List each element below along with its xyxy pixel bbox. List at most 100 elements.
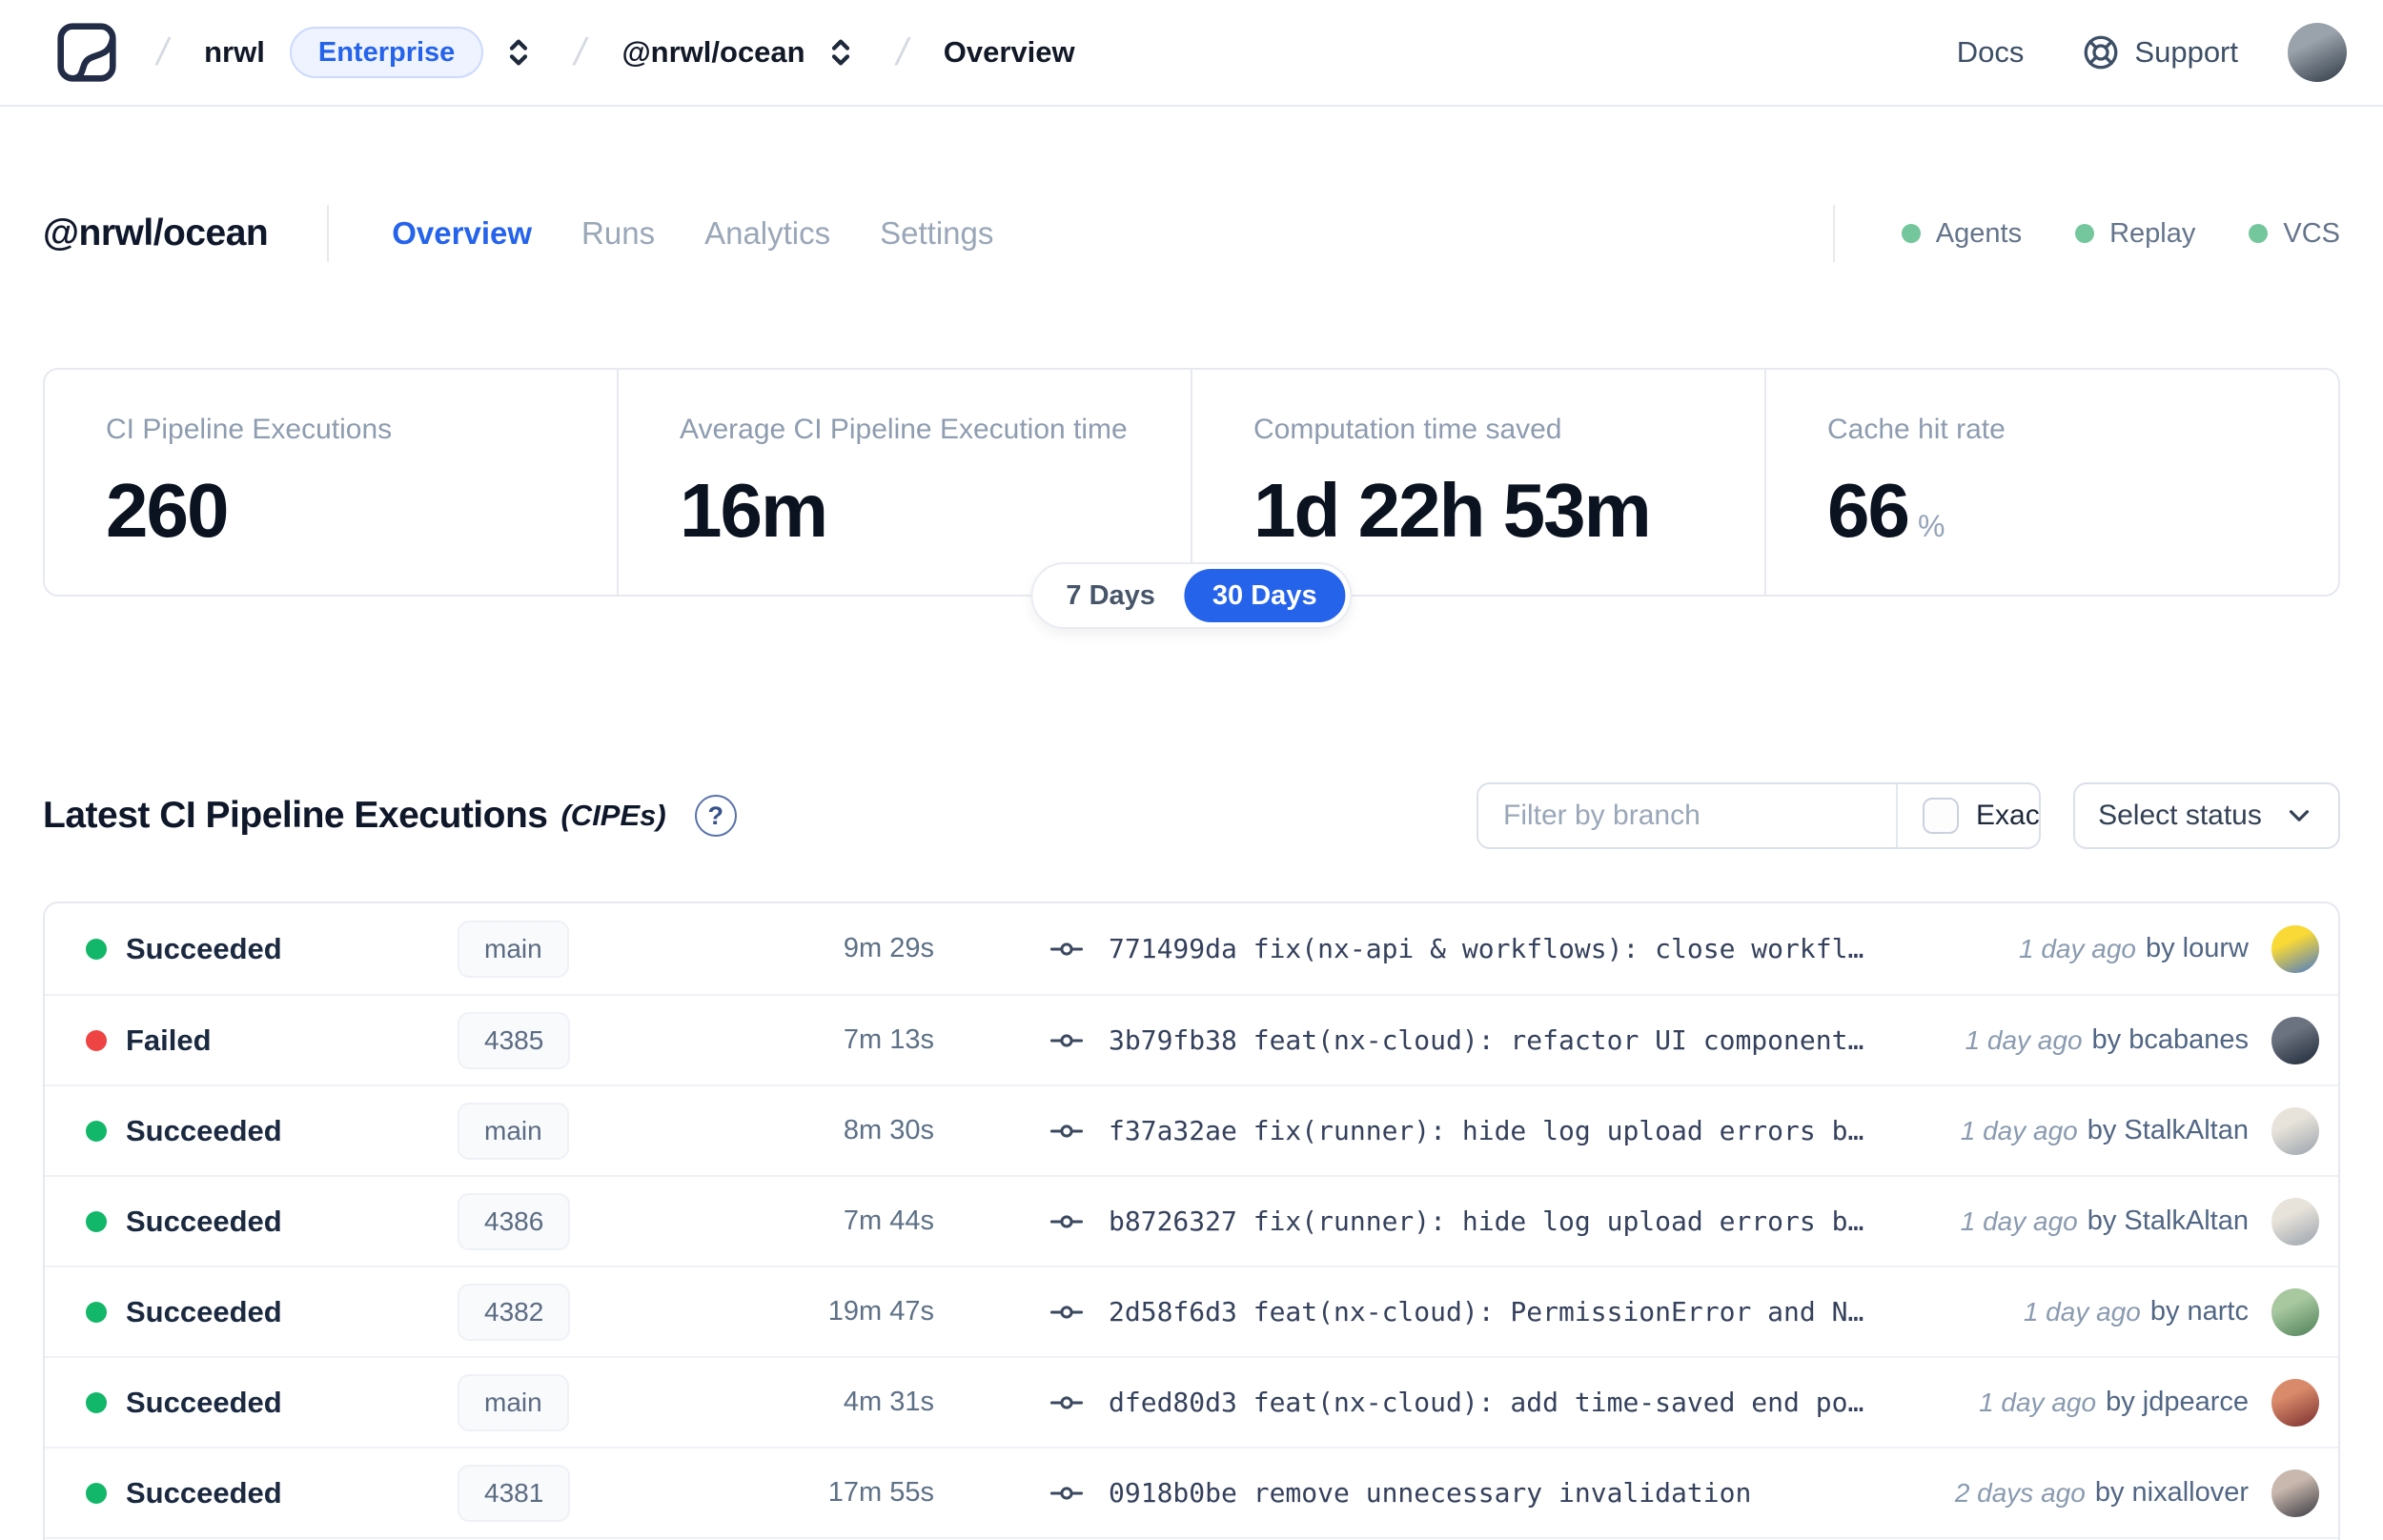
status-select[interactable]: Select status	[2073, 782, 2340, 849]
status-dot-icon	[86, 1120, 107, 1142]
cipe-status: Succeeded	[126, 1385, 282, 1419]
time-ago: 1 day ago	[1979, 1387, 2097, 1417]
branch-badge[interactable]: main	[458, 920, 569, 978]
branch-badge[interactable]: 4385	[458, 1011, 571, 1069]
cipe-status: Succeeded	[126, 1113, 282, 1147]
cipe-status: Failed	[126, 1023, 212, 1057]
time-ago: 1 day ago	[1965, 1024, 2083, 1055]
time-ago: 2 days ago	[1954, 1477, 2086, 1508]
table-row[interactable]: Succeeded 4382 19m 47s 2d58f6d3 feat(nx-…	[45, 1266, 2338, 1356]
time-ago: 1 day ago	[2019, 933, 2136, 963]
tab-settings[interactable]: Settings	[880, 215, 993, 252]
git-commit-icon	[1049, 1214, 1084, 1228]
author: by StalkAltan	[2087, 1206, 2249, 1236]
git-commit-icon	[1049, 1124, 1084, 1138]
commit-message[interactable]: dfed80d3 feat(nx-cloud): add time-saved …	[1109, 1387, 1864, 1418]
table-row[interactable]: Succeeded 4381 17m 55s 0918b0be remove u…	[45, 1447, 2338, 1537]
status-dot-icon	[86, 1029, 107, 1051]
cipe-duration: 7m 44s	[843, 1206, 934, 1236]
workspace-selector-chevron-icon[interactable]	[821, 32, 861, 72]
tab-analytics[interactable]: Analytics	[704, 215, 830, 252]
breadcrumb-separator: /	[570, 30, 591, 73]
branch-badge[interactable]: main	[458, 1373, 569, 1431]
table-row[interactable]: Succeeded main 4m 31s dfed80d3 feat(nx-c…	[45, 1356, 2338, 1447]
commit-message[interactable]: f37a32ae fix(runner): hide log upload er…	[1109, 1115, 1864, 1146]
support-link[interactable]: Support	[2081, 32, 2238, 72]
exact-filter: Exact	[1896, 784, 2039, 847]
table-row[interactable]: Failed 4385 7m 13s 3b79fb38 feat(nx-clou…	[45, 994, 2338, 1084]
user-avatar[interactable]	[2288, 23, 2347, 82]
git-commit-icon	[1049, 1486, 1084, 1500]
tab-overview[interactable]: Overview	[392, 215, 532, 252]
range-7-days[interactable]: 7 Days	[1037, 569, 1184, 622]
stat-value: 260	[106, 468, 229, 553]
status-dot-icon	[86, 1301, 107, 1323]
topnav-right: Docs Support	[1957, 23, 2347, 82]
commit-message[interactable]: 0918b0be remove unnecessary invalidation	[1109, 1477, 1751, 1509]
commit-message[interactable]: 771499da fix(nx-api & workflows): close …	[1109, 933, 1864, 964]
range-30-days[interactable]: 30 Days	[1183, 569, 1346, 622]
branch-filter-input[interactable]	[1478, 784, 1896, 847]
status-select-label: Select status	[2098, 800, 2262, 831]
org-selector-chevron-icon[interactable]	[499, 32, 539, 72]
breadcrumb-workspace[interactable]: @nrwl/ocean	[621, 35, 805, 70]
exact-checkbox[interactable]	[1923, 798, 1959, 834]
author: by jdpearce	[2106, 1387, 2249, 1417]
tab-runs[interactable]: Runs	[581, 215, 655, 252]
cipe-duration: 4m 31s	[843, 1387, 934, 1417]
branch-badge[interactable]: 4382	[458, 1283, 571, 1341]
docs-link[interactable]: Docs	[1957, 35, 2025, 70]
author-avatar	[2271, 1287, 2319, 1336]
percent-suffix: %	[1917, 509, 1945, 543]
breadcrumb-org[interactable]: nrwl	[204, 35, 265, 70]
status-dot-icon	[86, 1482, 107, 1504]
cipe-status: Succeeded	[126, 1294, 282, 1328]
integration-replay[interactable]: Replay	[2075, 218, 2195, 250]
help-icon[interactable]: ?	[694, 795, 737, 837]
git-commit-icon	[1049, 1305, 1084, 1319]
cipe-duration: 8m 30s	[843, 1115, 934, 1145]
author: by nixallover	[2094, 1477, 2249, 1508]
integration-statuses: Agents Replay VCS	[1832, 205, 2340, 262]
stat-value: 16m	[680, 468, 828, 553]
table-row[interactable]: Succeeded main 9m 29s 771499da fix(nx-ap…	[45, 903, 2338, 994]
cipes-filters: Exact Select status	[1477, 782, 2340, 849]
git-commit-icon	[1049, 1033, 1084, 1047]
author-avatar	[2271, 924, 2319, 973]
author-avatar	[2271, 1197, 2319, 1246]
time-ago: 1 day ago	[1960, 1115, 2078, 1145]
enterprise-badge[interactable]: Enterprise	[289, 27, 484, 78]
support-label: Support	[2134, 35, 2238, 69]
integration-vcs[interactable]: VCS	[2249, 218, 2340, 250]
cipe-status: Succeeded	[126, 1204, 282, 1238]
stat-card-ci-executions: CI Pipeline Executions 260	[45, 370, 617, 595]
time-ago: 1 day ago	[2023, 1296, 2141, 1327]
branch-badge[interactable]: 4386	[458, 1192, 571, 1250]
branch-badge[interactable]: main	[458, 1102, 569, 1160]
cipes-title: Latest CI Pipeline Executions	[43, 795, 548, 836]
chevron-down-icon	[2289, 810, 2309, 821]
stat-card-avg-execution-time: Average CI Pipeline Execution time 16m	[617, 370, 1191, 595]
cipe-status: Succeeded	[126, 931, 282, 965]
branch-badge[interactable]: 4381	[458, 1464, 571, 1522]
cipe-duration: 7m 13s	[843, 1024, 934, 1055]
breadcrumb-separator: /	[892, 30, 912, 73]
cipes-table: Succeeded main 9m 29s 771499da fix(nx-ap…	[43, 902, 2340, 1540]
stat-card-time-saved: Computation time saved 1d 22h 53m	[1191, 370, 1764, 595]
table-row[interactable]: Succeeded 4386 7m 44s b8726327 fix(runne…	[45, 1175, 2338, 1266]
author-avatar	[2271, 1469, 2319, 1517]
time-ago: 1 day ago	[1960, 1206, 2078, 1236]
divider	[327, 205, 330, 262]
status-dot-icon	[86, 1391, 107, 1413]
workspace-title: @nrwl/ocean	[43, 213, 269, 253]
commit-message[interactable]: 3b79fb38 feat(nx-cloud): refactor UI com…	[1109, 1024, 1864, 1056]
nx-cloud-logo-icon[interactable]	[52, 18, 121, 87]
commit-message[interactable]: b8726327 fix(runner): hide log upload er…	[1109, 1206, 1864, 1237]
integration-agents[interactable]: Agents	[1901, 218, 2022, 250]
cipe-duration: 17m 55s	[827, 1477, 934, 1508]
author: by lourw	[2146, 933, 2249, 963]
commit-message[interactable]: 2d58f6d3 feat(nx-cloud): PermissionError…	[1109, 1296, 1864, 1327]
cipe-duration: 9m 29s	[843, 933, 934, 963]
table-row[interactable]: Succeeded main 8m 30s f37a32ae fix(runne…	[45, 1084, 2338, 1175]
author: by StalkAltan	[2087, 1115, 2249, 1145]
